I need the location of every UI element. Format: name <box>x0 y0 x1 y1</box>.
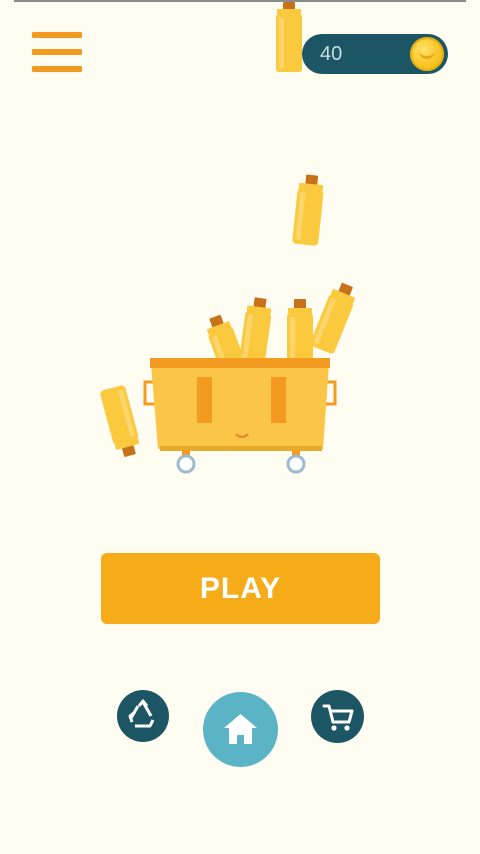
coin-icon <box>410 37 444 71</box>
shopping-cart-icon <box>322 704 354 731</box>
bottle-outside <box>99 384 143 459</box>
coin-count: 40 <box>320 43 343 65</box>
bottle-falling <box>292 173 326 247</box>
home-button[interactable] <box>203 692 278 767</box>
play-button[interactable]: PLAY <box>101 553 380 624</box>
dumpster <box>143 358 337 474</box>
bottle-in-bin-4 <box>309 280 360 355</box>
home-icon <box>224 714 257 744</box>
recycle-icon <box>128 699 155 728</box>
bottle-top <box>276 2 302 72</box>
coin-counter: 40 <box>302 34 448 74</box>
shop-button[interactable] <box>311 690 364 743</box>
recycle-button[interactable] <box>117 690 169 742</box>
